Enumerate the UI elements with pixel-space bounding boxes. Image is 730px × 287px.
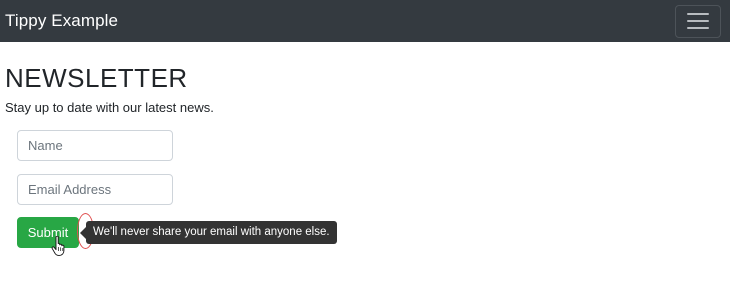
hamburger-menu-icon-line [687, 27, 709, 29]
hand-pointer-icon [51, 236, 65, 256]
navbar-brand[interactable]: Tippy Example [5, 11, 118, 31]
hamburger-menu-icon [687, 13, 709, 15]
page-title: NEWSLETTER [5, 63, 188, 93]
submit-button[interactable]: Submit [17, 217, 79, 248]
navbar: Tippy Example [0, 0, 730, 42]
email-privacy-tooltip: We'll never share your email with anyone… [80, 221, 337, 244]
email-input[interactable] [17, 174, 173, 205]
navbar-toggler-button[interactable] [675, 4, 721, 38]
page-subtitle: Stay up to date with our latest news. [5, 100, 214, 115]
hamburger-menu-icon-line [687, 20, 709, 22]
name-input[interactable] [17, 130, 173, 161]
